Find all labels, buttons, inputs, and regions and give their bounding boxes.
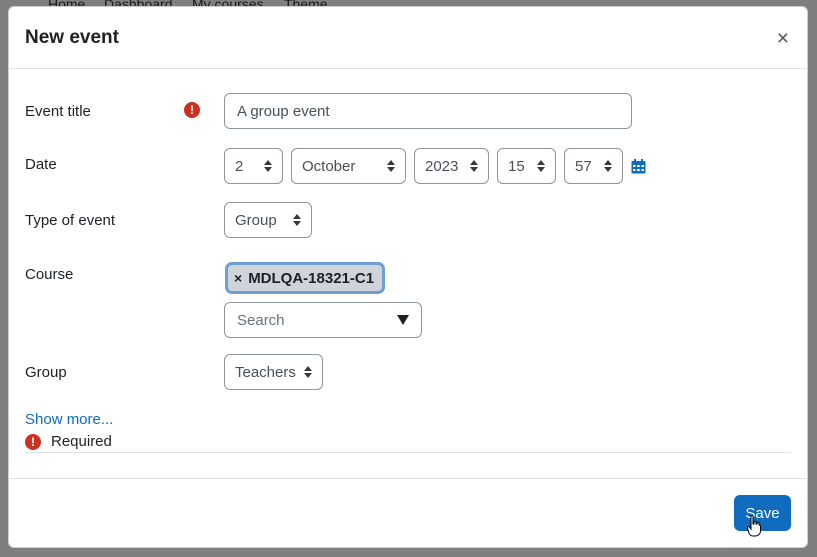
hour-value: 15 [508, 157, 525, 175]
year-select[interactable]: 2023 [414, 148, 489, 184]
course-search-input[interactable]: Search [224, 302, 422, 338]
updown-icon [604, 160, 612, 172]
group-label: Group [25, 364, 67, 381]
course-label: Course [25, 266, 74, 283]
chip-label: MDLQA-18321-C1 [248, 269, 375, 287]
event-title-input[interactable]: A group event [224, 93, 632, 129]
new-event-modal: New event × Event title ! A group event … [8, 6, 808, 548]
day-select[interactable]: 2 [224, 148, 283, 184]
modal-footer [9, 478, 807, 548]
group-select[interactable]: Teachers [224, 354, 323, 390]
required-icon: ! [25, 434, 41, 451]
chip-remove-icon[interactable]: × [234, 270, 242, 286]
year-value: 2023 [425, 157, 459, 175]
save-button[interactable]: Save [734, 495, 791, 531]
close-button[interactable]: × [777, 28, 789, 49]
divider [25, 452, 791, 453]
updown-icon [293, 214, 301, 226]
month-select[interactable]: October [291, 148, 406, 184]
course-chip[interactable]: × MDLQA-18321-C1 [225, 262, 385, 294]
search-placeholder: Search [237, 311, 285, 329]
updown-icon [537, 160, 545, 172]
hour-select[interactable]: 15 [497, 148, 556, 184]
type-of-event-value: Group [235, 211, 277, 229]
dropdown-arrow-icon[interactable] [397, 315, 409, 325]
calendar-icon[interactable] [631, 159, 646, 174]
required-note: ! Required [25, 433, 112, 451]
required-icon: ! [184, 102, 200, 118]
day-value: 2 [235, 157, 244, 175]
updown-icon [387, 160, 395, 172]
modal-title: New event [25, 27, 119, 48]
hand-cursor-icon [747, 515, 761, 537]
type-of-event-select[interactable]: Group [224, 202, 312, 238]
updown-icon [470, 160, 478, 172]
event-title-label: Event title [25, 103, 91, 120]
updown-icon [264, 160, 272, 172]
required-text: Required [51, 433, 112, 450]
updown-icon [304, 366, 312, 378]
minute-value: 57 [575, 157, 592, 175]
month-value: October [302, 157, 356, 175]
minute-select[interactable]: 57 [564, 148, 623, 184]
group-value: Teachers [235, 363, 296, 381]
type-of-event-label: Type of event [25, 212, 116, 229]
modal-header: New event × [9, 7, 807, 69]
show-more-link[interactable]: Show more... [25, 411, 113, 428]
date-label: Date [25, 156, 57, 173]
